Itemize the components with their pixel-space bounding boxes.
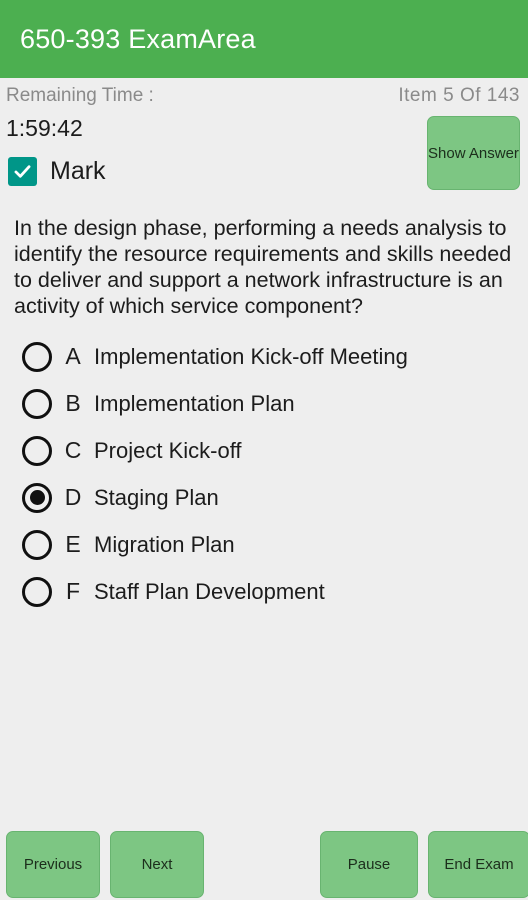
radio-icon-c[interactable] [22, 435, 52, 466]
mark-label: Mark [50, 157, 106, 185]
option-letter-c: C [64, 437, 82, 463]
radio-icon-d[interactable] [22, 482, 52, 513]
app-bar: 650-393 ExamArea [0, 0, 528, 78]
option-text-f: Staff Plan Development [94, 578, 325, 604]
radio-icon-f[interactable] [22, 576, 52, 607]
radio-icon-a[interactable] [22, 341, 52, 372]
option-text-c: Project Kick-off [94, 437, 242, 463]
previous-button[interactable]: Previous [6, 830, 100, 898]
answer-option-d[interactable]: D Staging Plan [0, 474, 528, 521]
option-letter-d: D [64, 484, 82, 510]
option-text-b: Implementation Plan [94, 390, 295, 416]
bottom-navigation-bar: Previous Next Pause End Exam [0, 828, 528, 900]
pause-button[interactable]: Pause [320, 830, 418, 898]
answer-option-a[interactable]: A Implementation Kick-off Meeting [0, 333, 528, 380]
answer-option-e[interactable]: E Migration Plan [0, 521, 528, 568]
option-text-d: Staging Plan [94, 484, 219, 510]
radio-icon-e[interactable] [22, 529, 52, 560]
show-answer-button[interactable]: Show Answer [427, 116, 520, 190]
countdown-timer: 1:59:42 [6, 115, 83, 141]
item-counter: Item 5 Of 143 [398, 85, 520, 106]
mark-question-toggle[interactable]: Mark [8, 157, 106, 186]
question-text: In the design phase, performing a needs … [14, 216, 512, 318]
next-button[interactable]: Next [110, 830, 204, 898]
answer-option-b[interactable]: B Implementation Plan [0, 380, 528, 427]
option-letter-b: B [65, 390, 81, 416]
page-title: 650-393 ExamArea [20, 23, 256, 54]
radio-icon-b[interactable] [22, 388, 52, 419]
option-text-a: Implementation Kick-off Meeting [94, 343, 408, 369]
end-exam-button[interactable]: End Exam [428, 830, 528, 898]
option-letter-e: E [65, 531, 81, 557]
status-row: Remaining Time : Item 5 Of 143 [0, 78, 528, 114]
option-text-e: Migration Plan [94, 531, 235, 557]
option-letter-a: A [65, 343, 81, 369]
answer-option-c[interactable]: C Project Kick-off [0, 427, 528, 474]
answer-options-list: A Implementation Kick-off Meeting B Impl… [0, 333, 528, 615]
mark-checkbox[interactable] [8, 157, 37, 186]
timer-mark-section: 1:59:42 Mark Show Answer [0, 114, 528, 210]
option-letter-f: F [65, 578, 81, 604]
answer-option-f[interactable]: F Staff Plan Development [0, 568, 528, 615]
remaining-time-label: Remaining Time : [6, 85, 154, 106]
